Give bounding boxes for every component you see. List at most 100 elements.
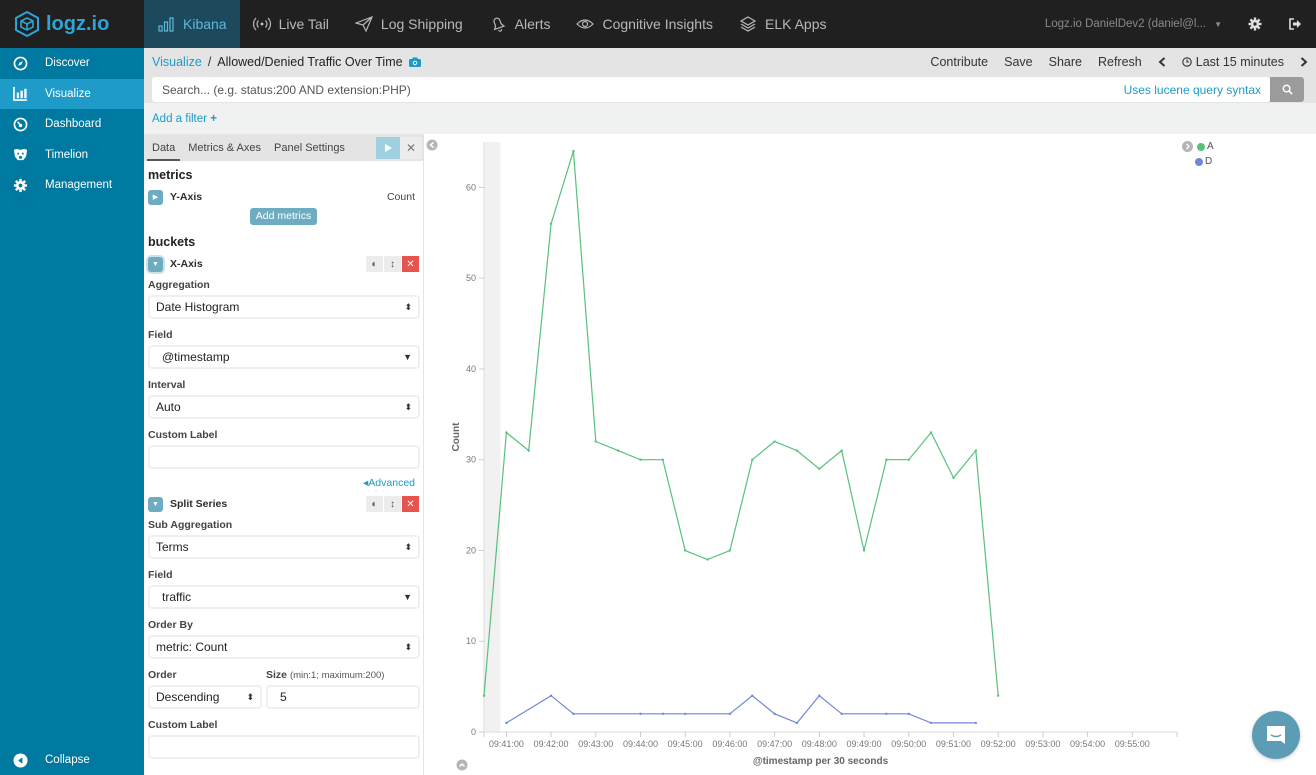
collapse-x-axis-button[interactable]: ▼: [148, 256, 163, 272]
legend-label-d[interactable]: D: [1205, 156, 1212, 167]
search-input[interactable]: Search... (e.g. status:200 AND extension…: [152, 77, 1270, 102]
legend-dot-a: [1197, 142, 1205, 151]
series-lines: [482, 149, 1000, 725]
tab-data[interactable]: Data: [147, 134, 181, 161]
aggregation-value: Date Histogram: [156, 300, 240, 314]
split-field-select[interactable]: traffic ▼: [148, 585, 420, 609]
order-select[interactable]: Descending ⬍: [148, 685, 262, 709]
refresh-button[interactable]: Refresh: [1098, 55, 1142, 69]
breadcrumb-bar: Visualize / Allowed/Denied Traffic Over …: [144, 48, 1316, 75]
collapse-split-series-button[interactable]: ▼: [148, 496, 163, 512]
toggle-chart-details-button[interactable]: [456, 759, 468, 771]
logzio-logo[interactable]: logz.io: [0, 0, 144, 48]
x-tick-label: 09:46:00: [712, 739, 747, 749]
discard-changes-button[interactable]: ✕: [400, 137, 422, 159]
field-label: Field: [148, 329, 173, 341]
toggle-agg-button[interactable]: ◐: [366, 496, 383, 512]
layers-icon: [739, 16, 757, 32]
x-tick-label: 09:41:00: [489, 739, 524, 749]
bell-icon: [493, 17, 505, 32]
expand-y-axis-button[interactable]: ▶: [148, 189, 163, 205]
sidebar-item-timelion[interactable]: Timelion: [0, 140, 144, 171]
search-button[interactable]: [1270, 77, 1304, 102]
y-axis: 0 10 20 30 40 50 60: [466, 142, 485, 737]
nav-elk-apps[interactable]: ELK Apps: [726, 0, 840, 48]
chat-support-button[interactable]: [1252, 711, 1300, 759]
nav-live-tail[interactable]: Live Tail: [240, 0, 342, 48]
bar-chart-icon: [13, 87, 28, 102]
advanced-toggle-link[interactable]: ◂Advanced: [148, 477, 419, 489]
tab-panel-settings[interactable]: Panel Settings: [269, 134, 350, 161]
x-axis: 09:41:00 09:42:00 09:43:00 09:44:00 09:45:00…: [483, 731, 1178, 749]
sidebar-item-dashboard[interactable]: Dashboard: [0, 109, 144, 140]
sidebar: Discover Visualize Dashboard Timelion Ma…: [0, 48, 144, 775]
reorder-agg-handle[interactable]: ↕: [384, 256, 401, 272]
order-label: Order: [148, 669, 177, 681]
split-series-agg: ▼ Split Series ◐ ↕ ✕: [148, 493, 419, 515]
toggle-icon: ◐: [371, 498, 378, 510]
camera-icon[interactable]: [408, 57, 421, 67]
size-input[interactable]: 5: [266, 685, 420, 709]
data-point: [862, 549, 866, 552]
apply-changes-button[interactable]: [376, 137, 400, 159]
filter-bar: Add a filter +: [144, 103, 1316, 134]
chevron-left-icon[interactable]: [1158, 56, 1166, 67]
save-button[interactable]: Save: [1004, 55, 1033, 69]
gear-icon[interactable]: [1248, 17, 1262, 31]
split-custom-label-input[interactable]: [148, 735, 420, 759]
search-icon: [1282, 84, 1293, 95]
x-tick-label: 09:50:00: [891, 739, 926, 749]
plus-icon: +: [210, 112, 217, 125]
collapse-editor-button[interactable]: [426, 139, 438, 151]
legend-label-a[interactable]: A: [1207, 141, 1214, 152]
select-arrows-icon: ⬍: [246, 691, 254, 702]
contribute-button[interactable]: Contribute: [930, 55, 988, 69]
collapse-editor-circle: [426, 139, 438, 151]
sidebar-collapse-button[interactable]: Collapse: [0, 745, 144, 775]
logout-icon[interactable]: [1288, 17, 1302, 31]
line-chart: 0102030405060 09:41:00 09:42:00 09:43:00 09…: [426, 139, 1178, 771]
sidebar-item-visualize[interactable]: Visualize: [0, 78, 144, 109]
add-filter-link[interactable]: Add a filter +: [152, 113, 217, 125]
remove-agg-button[interactable]: ✕: [402, 496, 419, 512]
reorder-agg-handle[interactable]: ↕: [384, 496, 401, 512]
data-point: [840, 449, 843, 452]
order-by-select[interactable]: metric: Count ⬍: [148, 635, 420, 659]
breadcrumb-visualize-link[interactable]: Visualize: [152, 55, 202, 69]
caret-down-icon: ▼: [1214, 20, 1222, 29]
sidebar-item-management[interactable]: Management: [0, 170, 144, 201]
data-point: [728, 712, 732, 716]
close-icon: ✕: [406, 258, 415, 270]
time-picker[interactable]: Last 15 minutes: [1182, 55, 1284, 69]
chevron-right-icon[interactable]: [1300, 56, 1308, 67]
x-tick-label: 09:54:00: [1070, 739, 1105, 749]
nav-log-shipping[interactable]: Log Shipping: [342, 0, 476, 48]
nav-kibana[interactable]: Kibana: [144, 0, 240, 48]
account-dropdown[interactable]: Logz.io DanielDev2 (daniel@l... ▼: [1045, 18, 1222, 30]
share-button[interactable]: Share: [1049, 55, 1082, 69]
lucene-syntax-link[interactable]: Uses lucene query syntax: [1124, 83, 1261, 97]
data-point: [683, 549, 687, 552]
custom-label-input[interactable]: [148, 445, 420, 469]
nav-alerts[interactable]: Alerts: [476, 0, 564, 48]
field-select[interactable]: @timestamp ▼: [148, 345, 420, 369]
broadcast-icon: [252, 17, 271, 31]
split-field-label: Field: [148, 569, 173, 581]
legend-toggle-icon[interactable]: [1182, 141, 1193, 152]
sidebar-item-discover[interactable]: Discover: [0, 48, 144, 79]
gear-icon: [13, 178, 28, 192]
visualization-editor: Data Metrics & Axes Panel Settings ✕ met…: [144, 134, 424, 775]
data-point: [885, 712, 888, 716]
remove-agg-button[interactable]: ✕: [402, 256, 419, 272]
sub-aggregation-select[interactable]: Terms ⬍: [148, 535, 420, 559]
toggle-agg-button[interactable]: ◐: [366, 256, 383, 272]
add-metrics-button[interactable]: Add metrics: [250, 208, 317, 225]
interval-select[interactable]: Auto ⬍: [148, 395, 420, 419]
data-point: [728, 549, 732, 552]
tab-metrics-axes[interactable]: Metrics & Axes: [183, 134, 266, 161]
aggregation-select[interactable]: Date Histogram ⬍: [148, 295, 420, 319]
sidebar-item-label: Dashboard: [45, 118, 102, 131]
nav-cognitive-insights[interactable]: Cognitive Insights: [563, 0, 726, 48]
time-range-label: Last 15 minutes: [1195, 54, 1284, 69]
reorder-icon: ↕: [390, 258, 395, 270]
